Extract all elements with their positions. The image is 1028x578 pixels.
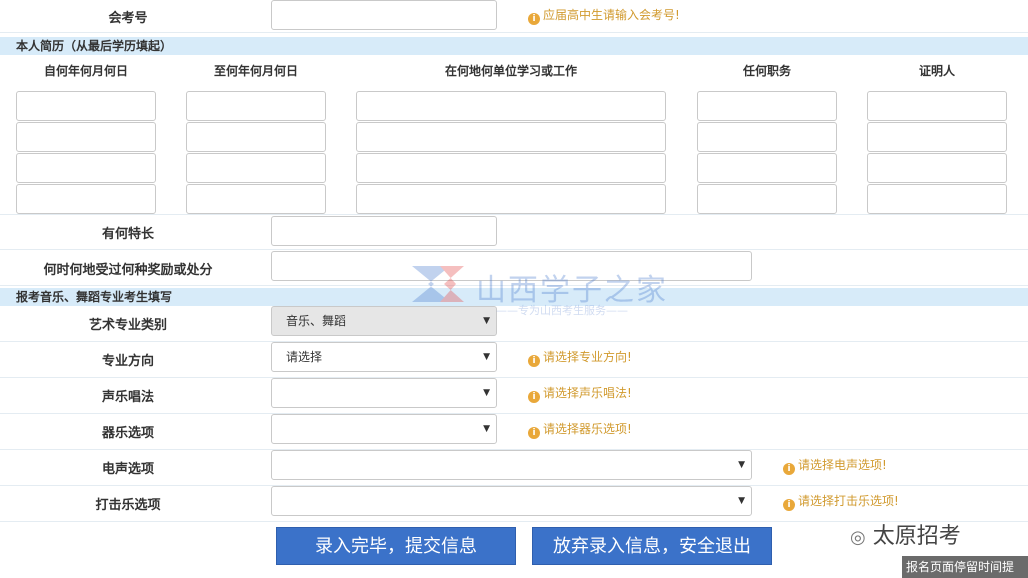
exam-no-row: 会考号 i 应届高中生请输入会考号! — [0, 0, 1028, 33]
col-place: 在何地何单位学习或工作 — [444, 64, 577, 78]
account-overlay: ◎ 太原招考 — [850, 518, 961, 550]
exam-no-input[interactable] — [271, 0, 497, 30]
info-icon: i — [528, 427, 540, 439]
percussion-hint: i 请选择打击乐选项! — [783, 493, 899, 511]
resume-from-2[interactable] — [16, 122, 156, 152]
instrument-label: 器乐选项 — [101, 426, 154, 441]
resume-from-4[interactable] — [16, 184, 156, 214]
col-from-date: 自何年何月何日 — [43, 64, 128, 78]
major-direction-hint: i 请选择专业方向! — [528, 349, 632, 367]
resume-witness-2[interactable] — [867, 122, 1007, 152]
vocal-label: 声乐唱法 — [101, 390, 154, 405]
awards-row: 何时何地受过何种奖励或处分 — [0, 250, 1028, 286]
info-icon: i — [528, 391, 540, 403]
resume-place-3[interactable] — [356, 153, 666, 183]
info-icon: i — [528, 355, 540, 367]
art-section-header: 报考音乐、舞蹈专业考生填写 — [0, 288, 1028, 306]
major-direction-value: 请选择 — [286, 350, 323, 364]
art-category-row: 艺术专业类别 音乐、舞蹈 ▼ — [0, 306, 1028, 342]
specialty-input[interactable] — [271, 216, 497, 246]
electro-select[interactable]: ▼ — [271, 450, 752, 480]
dropdown-caret-icon: ▼ — [738, 460, 745, 470]
awards-label: 何时何地受过何种奖励或处分 — [43, 263, 213, 278]
electro-hint: i 请选择电声选项! — [783, 457, 887, 475]
resume-position-2[interactable] — [697, 122, 837, 152]
exam-no-hint: i 应届高中生请输入会考号! — [528, 7, 680, 25]
electro-row: 电声选项 ▼ i 请选择电声选项! — [0, 450, 1028, 486]
resume-witness-4[interactable] — [867, 184, 1007, 214]
resume-to-1[interactable] — [186, 91, 326, 121]
electro-label: 电声选项 — [101, 462, 154, 477]
resume-witness-1[interactable] — [867, 91, 1007, 121]
instrument-row: 器乐选项 ▼ i 请选择器乐选项! — [0, 414, 1028, 450]
art-category-label: 艺术专业类别 — [88, 318, 167, 333]
col-witness: 证明人 — [918, 64, 955, 78]
vocal-select[interactable]: ▼ — [271, 378, 497, 408]
resume-place-4[interactable] — [356, 184, 666, 214]
resume-witness-3[interactable] — [867, 153, 1007, 183]
resume-from-3[interactable] — [16, 153, 156, 183]
dropdown-caret-icon: ▼ — [483, 424, 490, 434]
resume-place-1[interactable] — [356, 91, 666, 121]
resume-position-4[interactable] — [697, 184, 837, 214]
resume-to-3[interactable] — [186, 153, 326, 183]
col-position: 任何职务 — [742, 64, 791, 78]
major-direction-select[interactable]: 请选择 ▼ — [271, 342, 497, 372]
major-direction-row: 专业方向 请选择 ▼ i 请选择专业方向! — [0, 342, 1028, 378]
exam-no-label: 会考号 — [108, 11, 148, 26]
percussion-row: 打击乐选项 ▼ i 请选择打击乐选项! — [0, 486, 1028, 522]
col-to-date: 至何年何月何日 — [213, 64, 298, 78]
exit-button[interactable]: 放弃录入信息，安全退出 — [532, 527, 772, 565]
awards-input[interactable] — [271, 251, 752, 281]
vocal-row: 声乐唱法 ▼ i 请选择声乐唱法! — [0, 378, 1028, 414]
info-icon: i — [528, 13, 540, 25]
art-category-select[interactable]: 音乐、舞蹈 ▼ — [271, 306, 497, 336]
percussion-select[interactable]: ▼ — [271, 486, 752, 516]
dropdown-caret-icon: ▼ — [483, 388, 490, 398]
resume-position-3[interactable] — [697, 153, 837, 183]
wechat-icon: ◎ — [850, 527, 866, 548]
art-category-value: 音乐、舞蹈 — [286, 314, 347, 328]
resume-place-2[interactable] — [356, 122, 666, 152]
dropdown-caret-icon: ▼ — [483, 316, 490, 326]
percussion-label: 打击乐选项 — [95, 498, 161, 513]
notice-bar: 报名页面停留时间提 — [902, 556, 1028, 578]
major-direction-label: 专业方向 — [101, 354, 154, 369]
instrument-hint: i 请选择器乐选项! — [528, 421, 632, 439]
resume-section-header: 本人简历（从最后学历填起） — [0, 37, 1028, 55]
dropdown-caret-icon: ▼ — [738, 496, 745, 506]
resume-to-2[interactable] — [186, 122, 326, 152]
dropdown-caret-icon: ▼ — [483, 352, 490, 362]
info-icon: i — [783, 463, 795, 475]
specialty-label: 有何特长 — [101, 227, 154, 242]
resume-to-4[interactable] — [186, 184, 326, 214]
instrument-select[interactable]: ▼ — [271, 414, 497, 444]
resume-position-1[interactable] — [697, 91, 837, 121]
vocal-hint: i 请选择声乐唱法! — [528, 385, 632, 403]
submit-button[interactable]: 录入完毕，提交信息 — [276, 527, 516, 565]
account-name: 太原招考 — [872, 524, 961, 549]
info-icon: i — [783, 499, 795, 511]
specialty-row: 有何特长 — [0, 214, 1028, 250]
resume-from-1[interactable] — [16, 91, 156, 121]
